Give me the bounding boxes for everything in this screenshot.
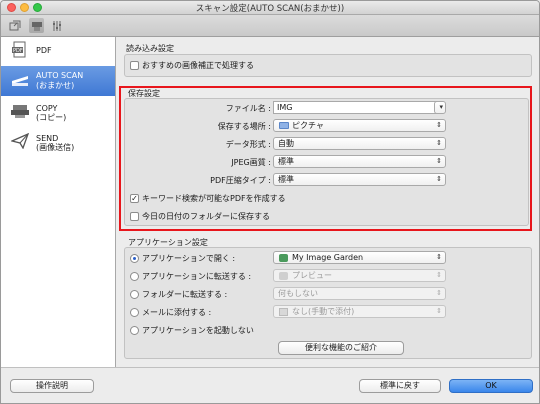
select-value: なし(手動で添付) bbox=[292, 307, 355, 316]
no-launch-radio-row[interactable]: アプリケーションを起動しない bbox=[130, 325, 254, 337]
restore-defaults-button[interactable]: 標準に戻す bbox=[359, 379, 441, 393]
sidebar-item-auto-scan[interactable]: AUTO SCAN (おまかせ) bbox=[1, 66, 115, 96]
scan-mode-sidebar: PDF PDF AUTO SCAN (おまかせ) COPY (コピー) SEND… bbox=[1, 37, 116, 367]
radio-label: フォルダーに転送する : bbox=[142, 290, 228, 299]
sidebar-item-send[interactable]: SEND (画像送信) bbox=[1, 129, 115, 157]
sidebar-item-sublabel: (おまかせ) bbox=[36, 81, 75, 90]
attach-mail-select[interactable]: なし(手動で添付) ⇕ bbox=[273, 305, 446, 318]
recommended-correction-checkbox-row[interactable]: おすすめの画像補正で処理する bbox=[130, 60, 254, 72]
chevron-up-down-icon: ⇕ bbox=[436, 307, 442, 315]
mail-icon bbox=[279, 308, 288, 316]
open-with-app-select[interactable]: My Image Garden ⇕ bbox=[273, 251, 446, 264]
sidebar-item-label: PDF bbox=[36, 46, 52, 55]
chevron-up-down-icon: ⇕ bbox=[436, 271, 442, 279]
attach-mail-radio[interactable] bbox=[130, 308, 139, 317]
open-with-radio-row[interactable]: アプリケーションで開く : bbox=[130, 253, 235, 265]
send-icon bbox=[9, 132, 30, 151]
radio-label: メールに添付する : bbox=[142, 308, 212, 317]
scan-from-computer-icon[interactable] bbox=[7, 18, 22, 33]
recommended-correction-checkbox[interactable] bbox=[130, 61, 139, 70]
select-value: 何もしない bbox=[278, 289, 318, 298]
chevron-up-down-icon: ⇕ bbox=[436, 289, 442, 297]
transfer-app-radio[interactable] bbox=[130, 272, 139, 281]
toolbar bbox=[1, 15, 539, 37]
title-bar: スキャン設定(AUTO SCAN(おまかせ)) bbox=[1, 1, 539, 15]
scan-from-panel-icon[interactable] bbox=[29, 18, 44, 33]
window-title: スキャン設定(AUTO SCAN(おまかせ)) bbox=[195, 4, 345, 14]
app-icon bbox=[279, 254, 288, 262]
radio-label: アプリケーションで開く : bbox=[142, 254, 236, 263]
select-value: My Image Garden bbox=[292, 253, 364, 262]
transfer-app-select[interactable]: プレビュー ⇕ bbox=[273, 269, 446, 282]
read-settings-title: 読み込み設定 bbox=[126, 44, 174, 53]
instructions-button[interactable]: 操作説明 bbox=[10, 379, 94, 393]
sidebar-item-label: AUTO SCAN bbox=[36, 71, 84, 80]
sidebar-item-label: COPY bbox=[36, 104, 58, 113]
transfer-folder-radio-row[interactable]: フォルダーに転送する : bbox=[130, 289, 227, 301]
checkbox-label: おすすめの画像補正で処理する bbox=[142, 61, 254, 70]
transfer-folder-select[interactable]: 何もしない ⇕ bbox=[273, 287, 446, 300]
radio-label: アプリケーションに転送する : bbox=[142, 272, 252, 281]
sidebar-item-sublabel: (コピー) bbox=[36, 113, 67, 122]
copy-icon bbox=[10, 103, 30, 121]
attach-mail-radio-row[interactable]: メールに添付する : bbox=[130, 307, 211, 319]
open-with-radio[interactable] bbox=[130, 254, 139, 263]
general-settings-icon[interactable] bbox=[49, 18, 64, 33]
svg-text:PDF: PDF bbox=[13, 48, 23, 54]
chevron-up-down-icon: ⇕ bbox=[436, 253, 442, 261]
scan-settings-window: スキャン設定(AUTO SCAN(おまかせ)) PDF PDF AUTO SCA… bbox=[0, 0, 540, 404]
footer-bar: 操作説明 標準に戻す OK bbox=[1, 367, 539, 403]
sidebar-item-sublabel: (画像送信) bbox=[36, 143, 75, 152]
sidebar-item-copy[interactable]: COPY (コピー) bbox=[1, 99, 115, 127]
sidebar-item-label: SEND bbox=[36, 134, 59, 143]
ok-button[interactable]: OK bbox=[449, 379, 533, 393]
select-value: プレビュー bbox=[292, 271, 332, 280]
preview-app-icon bbox=[279, 272, 288, 280]
scanner-icon bbox=[10, 72, 30, 90]
useful-features-button[interactable]: 便利な機能のご紹介 bbox=[278, 341, 404, 355]
transfer-app-radio-row[interactable]: アプリケーションに転送する : bbox=[130, 271, 251, 283]
no-launch-radio[interactable] bbox=[130, 326, 139, 335]
pdf-icon: PDF bbox=[10, 41, 30, 59]
radio-label: アプリケーションを起動しない bbox=[142, 326, 254, 335]
sidebar-item-pdf[interactable]: PDF PDF bbox=[1, 37, 115, 64]
highlight-frame bbox=[119, 86, 532, 231]
transfer-folder-radio[interactable] bbox=[130, 290, 139, 299]
